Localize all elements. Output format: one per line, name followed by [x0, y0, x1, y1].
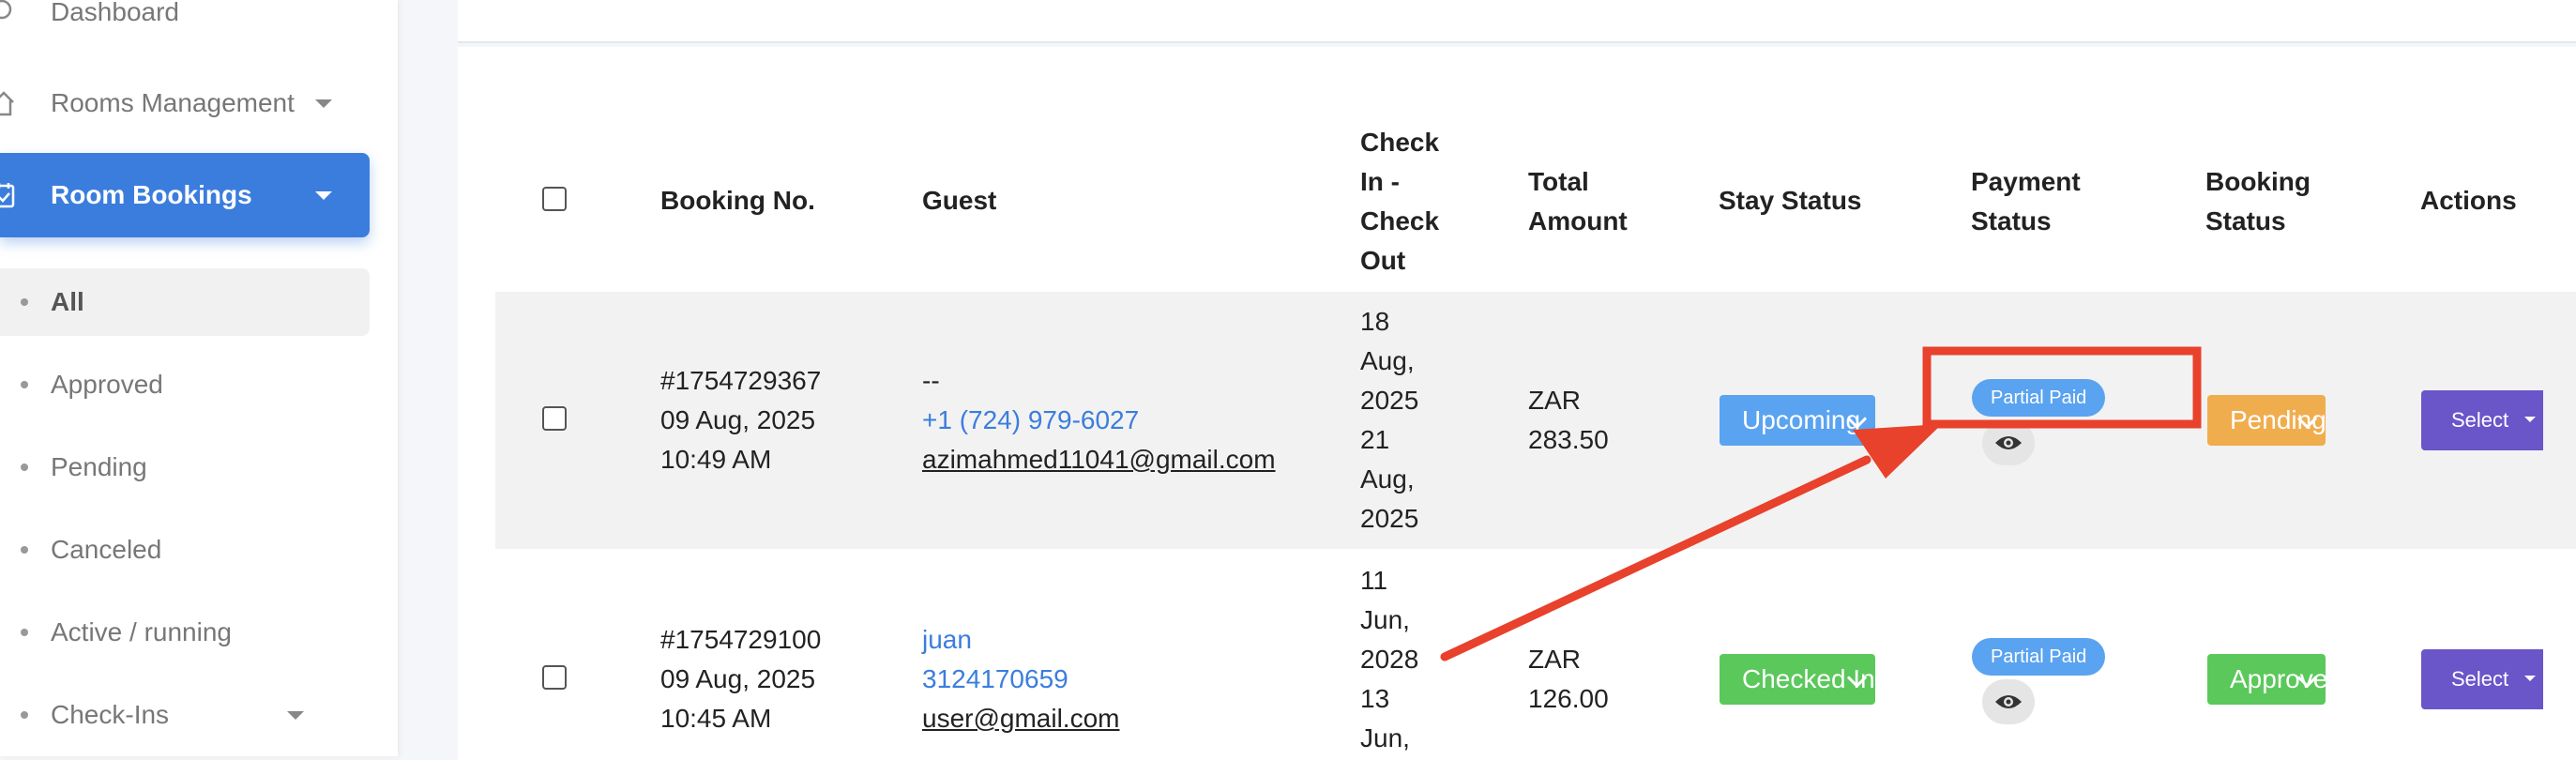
header-payment-line1: Payment	[1971, 167, 2081, 196]
sidebar-subitem-check-ins[interactable]: Check-Ins	[0, 681, 370, 749]
bullet-icon	[21, 464, 28, 471]
header-checkin-line2: In -	[1360, 167, 1400, 196]
eye-icon	[1995, 695, 2022, 708]
checkin-text: 2025	[1360, 386, 1419, 415]
header-checkin-line1: Check	[1360, 128, 1440, 157]
eye-icon	[1995, 436, 2022, 449]
checkin-text: Jun,	[1360, 605, 1410, 634]
calendar-check-icon	[0, 183, 15, 208]
header-checkin-line4: Out	[1360, 246, 1406, 275]
checkout-text: 13	[1360, 684, 1390, 713]
amount-value: 283.50	[1528, 425, 1609, 454]
sidebar-subitem-canceled[interactable]: Canceled	[0, 516, 370, 584]
checkin-text: 18	[1360, 307, 1390, 336]
bullet-icon	[21, 381, 28, 388]
bullet-icon	[21, 546, 28, 554]
bullet-icon	[21, 629, 28, 636]
stay-status-select[interactable]: Upcoming	[1720, 395, 1875, 446]
caret-down-icon	[2524, 417, 2536, 422]
bullet-icon	[21, 711, 28, 719]
guest-name-link[interactable]: juan	[922, 620, 972, 660]
stay-status-value: Upcoming	[1742, 405, 1861, 434]
row-checkbox[interactable]	[542, 406, 567, 431]
chevron-down-icon	[315, 191, 332, 200]
sidebar-subitem-pending[interactable]: Pending	[0, 433, 370, 501]
sidebar-item-room-bookings[interactable]: Room Bookings	[0, 153, 370, 237]
sidebar-subitem-all[interactable]: All	[0, 268, 370, 336]
chevron-down-icon	[315, 99, 332, 108]
header-total-line1: Total	[1528, 167, 1589, 196]
checkout-text: Aug,	[1360, 464, 1415, 494]
bullet-icon	[21, 298, 28, 306]
sidebar-subitem-label: Active / running	[51, 617, 232, 646]
stay-status-select[interactable]: Checked In	[1720, 654, 1875, 705]
booking-date: 09 Aug, 2025	[660, 664, 816, 693]
sidebar-subitem-approved[interactable]: Approved	[0, 351, 370, 418]
booking-time: 10:45 AM	[660, 704, 772, 733]
checkin-text: Aug,	[1360, 346, 1415, 375]
header-booking-line2: Status	[2205, 206, 2286, 236]
sidebar-item-label: Room Bookings	[51, 180, 252, 209]
amount-value: 126.00	[1528, 684, 1609, 713]
sidebar-item-rooms-management[interactable]: Rooms Management	[0, 61, 370, 145]
sidebar-subitem-label: Canceled	[51, 535, 162, 564]
sidebar-item-label: Rooms Management	[51, 88, 295, 117]
checkout-text: Jun,	[1360, 723, 1410, 752]
header-payment-line2: Status	[1971, 206, 2052, 236]
home-icon	[0, 91, 14, 116]
sidebar-subitem-active-running[interactable]: Active / running	[0, 599, 370, 666]
booking-status-select[interactable]: Pending	[2207, 395, 2326, 446]
guest-phone-link[interactable]: 3124170659	[922, 660, 1068, 699]
caret-down-icon	[2524, 676, 2536, 681]
header-booking-no: Booking No.	[660, 186, 815, 215]
guest-email-link[interactable]: user@gmail.com	[922, 699, 1119, 738]
header-actions: Actions	[2420, 186, 2517, 215]
booking-date: 09 Aug, 2025	[660, 405, 816, 434]
sidebar: Dashboard Rooms Management Room Bookings…	[0, 0, 398, 756]
action-select-button[interactable]: Select	[2421, 390, 2543, 450]
sidebar-subitem-label: All	[51, 287, 84, 316]
sidebar-item-label: Dashboard	[51, 0, 179, 26]
guest-name: --	[922, 366, 940, 395]
view-payment-button[interactable]	[1982, 679, 2035, 724]
booking-time: 10:49 AM	[660, 445, 772, 474]
header-checkin-line3: Check	[1360, 206, 1440, 236]
amount-currency: ZAR	[1528, 386, 1581, 415]
guest-phone-link[interactable]: +1 (724) 979-6027	[922, 401, 1139, 440]
guest-email-link[interactable]: azimahmed11041@gmail.com	[922, 440, 1276, 479]
sidebar-subitem-label: Check-Ins	[51, 700, 170, 729]
action-select-label: Select	[2451, 667, 2509, 691]
payment-status-badge: Partial Paid	[1972, 638, 2106, 676]
sidebar-subitem-label: Pending	[51, 452, 147, 481]
page-header-card	[458, 0, 2576, 43]
chevron-down-icon	[287, 711, 304, 720]
checkout-text: 2025	[1360, 504, 1419, 533]
header-guest: Guest	[922, 186, 997, 215]
header-stay-status: Stay Status	[1719, 186, 1862, 215]
view-payment-button[interactable]	[1982, 420, 2035, 465]
amount-currency: ZAR	[1528, 645, 1581, 674]
booking-status-select[interactable]: Approved	[2207, 654, 2326, 705]
payment-status-badge: Partial Paid	[1972, 379, 2106, 417]
checkin-text: 2028	[1360, 645, 1419, 674]
select-all-checkbox[interactable]	[542, 187, 567, 211]
sidebar-subitem-label: Approved	[51, 370, 163, 399]
sidebar-item-dashboard[interactable]: Dashboard	[0, 0, 370, 54]
booking-number: #1754729367	[660, 366, 822, 395]
checkout-text: 21	[1360, 425, 1390, 454]
booking-number: #1754729100	[660, 625, 822, 654]
checkin-text: 11	[1360, 566, 1388, 595]
header-total-line2: Amount	[1528, 206, 1628, 236]
header-booking-line1: Booking	[2205, 167, 2311, 196]
row-checkbox[interactable]	[542, 665, 567, 690]
action-select-label: Select	[2451, 408, 2509, 432]
action-select-button[interactable]: Select	[2421, 649, 2543, 709]
dashboard-icon	[0, 0, 12, 20]
